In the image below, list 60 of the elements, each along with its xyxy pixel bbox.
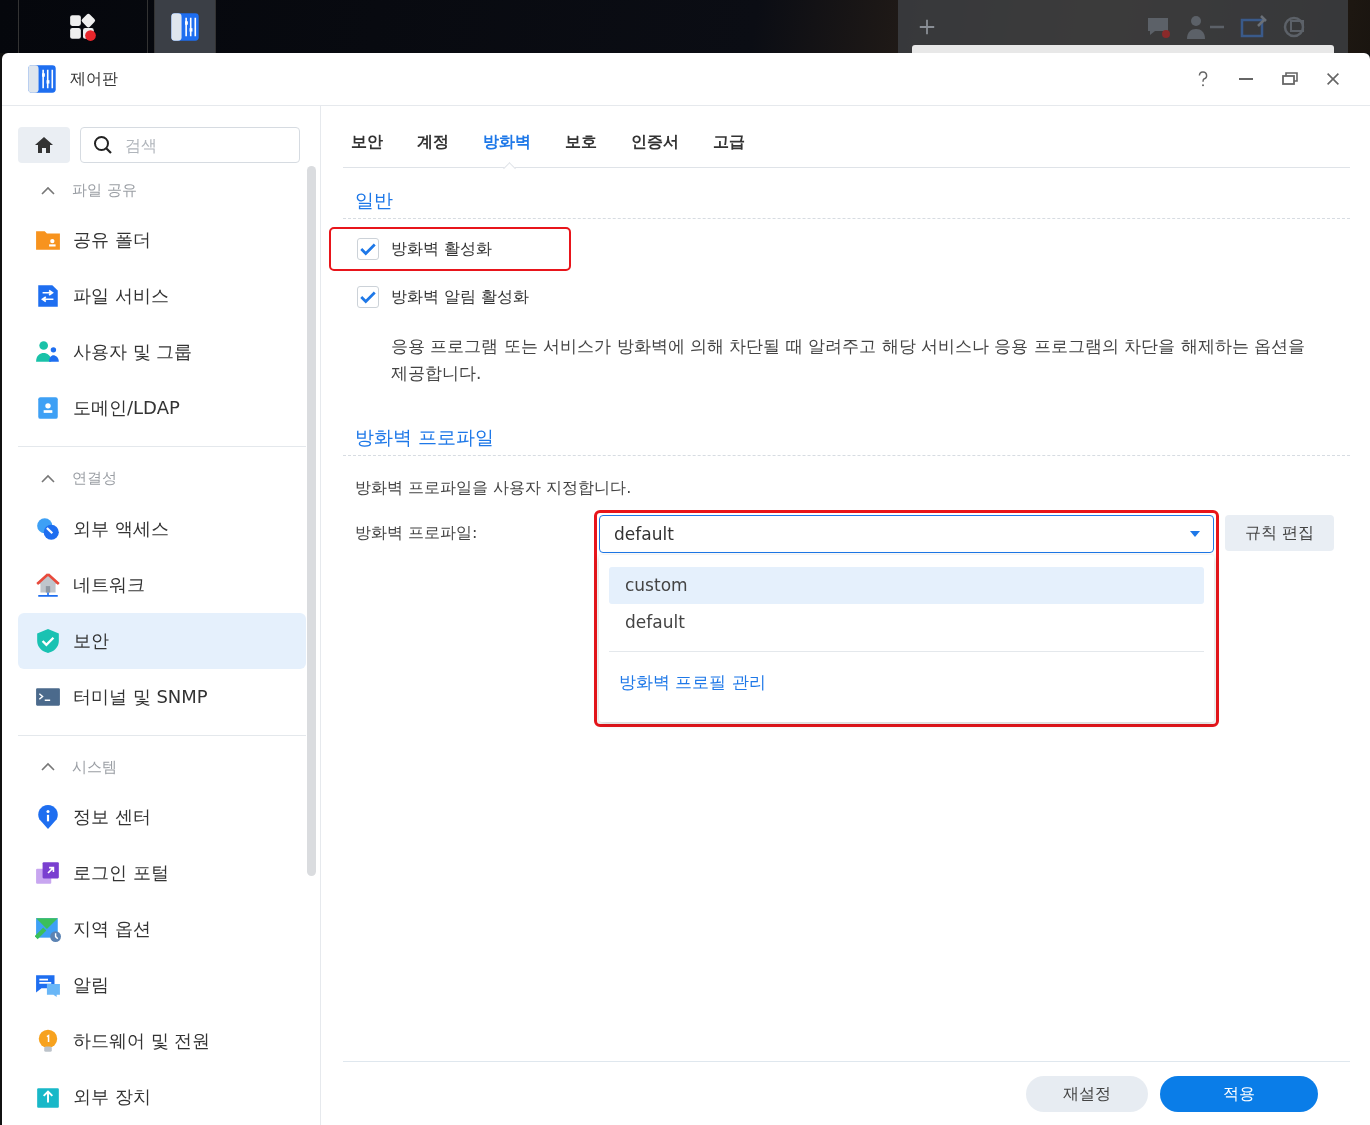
dropdown-option[interactable]: custom	[609, 567, 1204, 604]
house-icon	[35, 571, 61, 598]
sidebar-item[interactable]: 파일 서비스	[18, 268, 306, 325]
search-field[interactable]: 검색	[80, 127, 300, 163]
chat-bubbles-icon	[35, 972, 61, 998]
dropdown-option[interactable]: default	[609, 604, 1204, 641]
close-icon[interactable]	[1324, 70, 1342, 88]
tab[interactable]: 보안	[351, 132, 399, 167]
search-icon	[93, 135, 113, 155]
sidebar-item[interactable]: 도메인/LDAP	[18, 380, 306, 437]
checkbox[interactable]	[357, 238, 379, 260]
control-panel-icon[interactable]	[169, 10, 201, 43]
sidebar-item[interactable]: 외부 액세스	[18, 500, 306, 557]
section-title: 시스템	[72, 757, 117, 777]
manage-profiles-link[interactable]: 방화벽 프로필 관리	[619, 670, 766, 694]
caret-icon	[1189, 530, 1201, 538]
scrollbar[interactable]	[307, 166, 316, 876]
sidebar-item[interactable]: 터미널 및 SNMP	[18, 668, 306, 725]
shield-icon	[35, 627, 61, 654]
sidebar-item[interactable]: 로그인 포털	[18, 845, 306, 901]
tab[interactable]: 고급	[713, 132, 761, 167]
checkbox[interactable]	[357, 286, 379, 308]
checkbox-label: 방화벽 활성화	[391, 238, 493, 260]
tab[interactable]: 보호	[565, 132, 613, 167]
sidebar-item[interactable]: 외부 장치	[18, 1069, 306, 1125]
edit-rules-button[interactable]: 규칙 편집	[1225, 515, 1335, 551]
checkbox-label: 방화벽 알림 활성화	[391, 286, 530, 308]
apply-button[interactable]: 적용	[1160, 1076, 1318, 1112]
plus-icon[interactable]	[918, 17, 936, 36]
reset-button[interactable]: 재설정	[1026, 1076, 1148, 1112]
tab[interactable]: 계정	[417, 132, 465, 167]
sidebar-item[interactable]: 네트워크	[18, 556, 306, 613]
portal-icon	[35, 860, 61, 886]
pinned-window-icon[interactable]	[1240, 13, 1268, 40]
sidebar-item[interactable]: 알림	[18, 957, 306, 1013]
section-title: 방화벽 프로파일	[355, 425, 496, 450]
description-text: 응용 프로그램 또는 서비스가 방화벽에 의해 차단될 때 알려주고 해당 서비스나 응용 프로그램의 차단을 해제하는 옵션을 제공합니다.	[390, 335, 1307, 385]
dropdown-field[interactable]: default	[599, 515, 1214, 553]
description-text: 방화벽 프로파일을 사용자 지정합니다.	[355, 478, 633, 499]
control-panel-icon	[26, 63, 58, 95]
sidebar-item[interactable]: 공유 폴더	[18, 212, 306, 269]
section-title: 파일 공유	[72, 181, 137, 201]
tab[interactable]: 인증서	[631, 132, 695, 167]
sidebar-item[interactable]: 지역 옵션	[18, 901, 306, 957]
window-title: 제어판	[70, 68, 118, 90]
app-grid-icon[interactable]	[68, 11, 98, 42]
sidebar-item[interactable]: 정보 센터	[18, 789, 306, 845]
home-button[interactable]	[18, 127, 70, 163]
sidebar-item[interactable]: 보안	[18, 612, 306, 669]
home-icon	[34, 135, 54, 155]
globe-link-icon	[35, 515, 61, 542]
section-title: 일반	[355, 188, 394, 213]
field-label: 방화벽 프로파일:	[355, 523, 479, 544]
file-transfer-icon	[35, 283, 61, 310]
sidebar-item[interactable]: 하드웨어 및 전원	[18, 1013, 306, 1069]
info-pin-icon	[35, 804, 61, 830]
section-title: 연결성	[72, 469, 117, 489]
map-clock-icon	[35, 916, 61, 942]
contact-card-icon	[35, 395, 61, 422]
sidebar-item[interactable]: 사용자 및 그룹	[18, 324, 306, 381]
